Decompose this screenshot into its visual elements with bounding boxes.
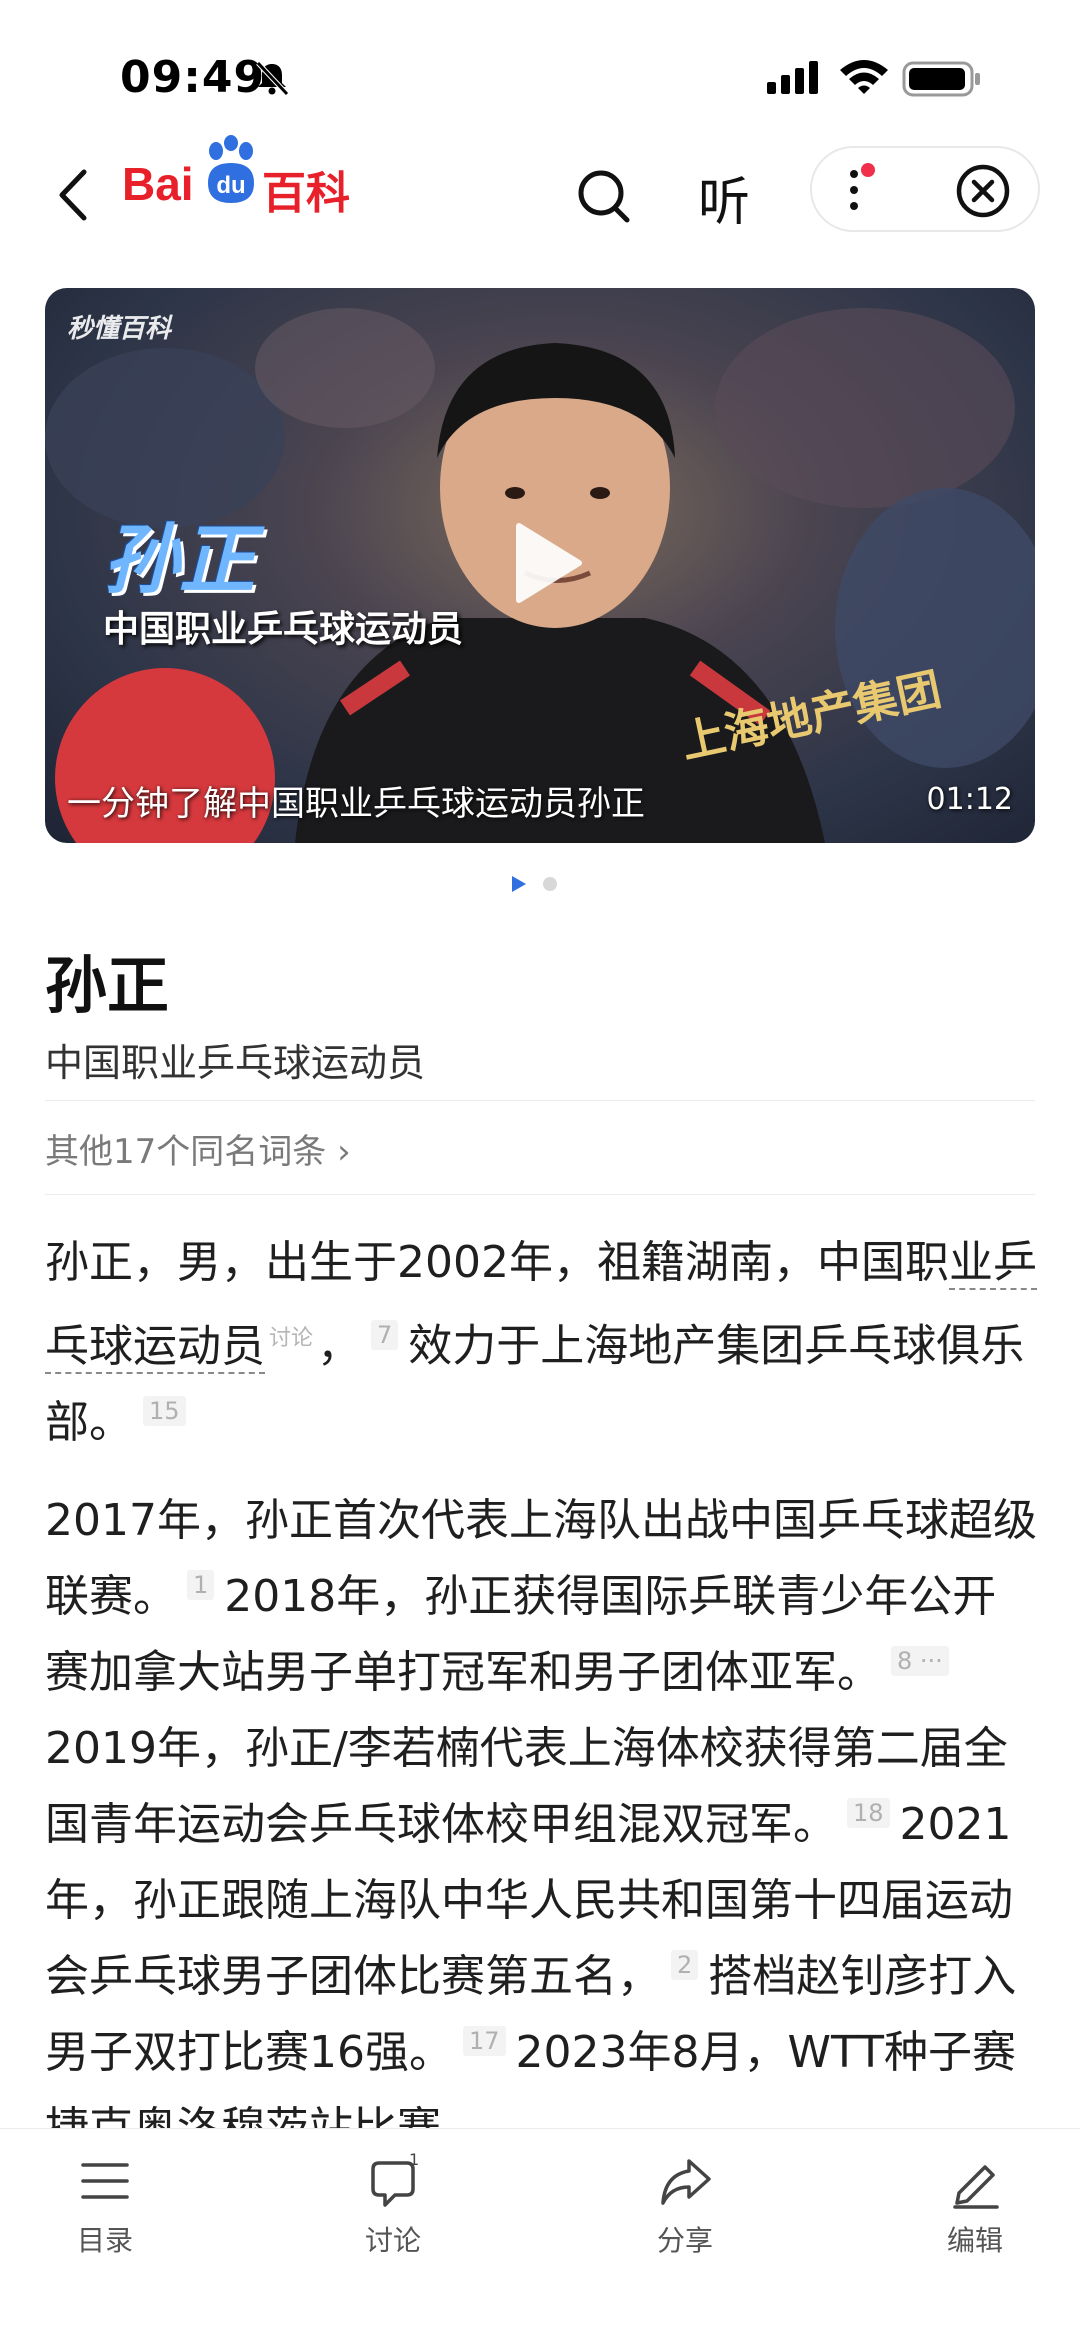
tab-label: 编辑 <box>946 2224 1003 2257</box>
tab-share[interactable]: 分享 <box>620 2153 750 2263</box>
video-player[interactable]: 上海地产集团 秒懂百科 孙正 中国职业乒乓球运动员 一分钟了解中国职业乒乓球运动… <box>45 288 1035 843</box>
divider <box>45 1194 1035 1195</box>
reference-marker[interactable]: 1 <box>187 1569 215 1600</box>
video-subtitle-overlay: 中国职业乒乓球运动员 <box>103 609 464 650</box>
reference-marker[interactable]: 7 <box>371 1319 399 1350</box>
paragraph: 孙正，男，出生于2002年，祖籍湖南，中国职业乒乓球运动员 讨论， 7 效力于上海地产… <box>45 1225 1040 1461</box>
list-icon <box>81 2163 129 2199</box>
text-run: 2019年，孙正/李若楠代表上海体校获得第二届全国青年运动会乒乓球体校甲组混双冠… <box>45 1722 1008 1850</box>
comment-badge: 1 <box>409 2153 419 2169</box>
tab-edit[interactable]: 编辑 <box>910 2153 1040 2263</box>
carousel-indicator <box>512 876 557 892</box>
baidu-baike-logo[interactable]: Bai du 百科 <box>122 135 352 219</box>
discussion-tag[interactable]: 讨论 <box>269 1326 313 1351</box>
back-arrow-icon[interactable] <box>48 160 98 230</box>
tab-discussion[interactable]: 1 讨论 <box>328 2153 458 2263</box>
chevron-right-icon: › <box>337 1132 351 1172</box>
reference-marker[interactable]: 2 <box>671 1949 699 1980</box>
bell-off-icon <box>256 61 289 96</box>
divider <box>45 1100 1035 1101</box>
tab-label: 讨论 <box>364 2224 421 2257</box>
video-watermark: 秒懂百科 <box>67 314 172 344</box>
more-options-icon[interactable] <box>842 160 882 220</box>
comment-icon: 1 <box>371 2153 419 2207</box>
close-icon[interactable] <box>954 162 1012 220</box>
wifi-icon <box>840 60 888 94</box>
paragraph: 2017年，孙正首次代表上海队出战中国乒乓球超级联赛。 1 2018年，孙正获得国际… <box>45 1483 1040 2167</box>
other-entries-label: 其他17个同名词条 <box>45 1132 327 1172</box>
reference-marker[interactable]: 18 <box>847 1797 890 1828</box>
text-run: 孙正，男，出生于2002年，祖籍湖南，中国职 <box>45 1237 949 1288</box>
share-icon <box>661 2159 711 2205</box>
logo-baike-text: 百科 <box>262 168 350 219</box>
reference-marker[interactable]: 8 ··· <box>891 1645 949 1676</box>
other-entries-link[interactable]: 其他17个同名词条 › <box>45 1124 351 1173</box>
battery-icon <box>902 61 980 97</box>
entry-subtitle: 中国职业乒乓球运动员 <box>45 1041 426 1085</box>
tab-contents[interactable]: 目录 <box>40 2153 170 2263</box>
listen-button[interactable]: 听 <box>698 160 750 235</box>
video-duration: 01:12 <box>926 782 1013 817</box>
status-time: 09:49 <box>120 52 266 103</box>
video-name-overlay: 孙正 <box>103 515 255 604</box>
signal-icon <box>767 61 818 94</box>
baidu-paw-icon: du <box>208 135 254 203</box>
tab-label: 目录 <box>76 2224 133 2257</box>
tab-label: 分享 <box>656 2224 713 2257</box>
logo-du-text: du <box>216 172 245 199</box>
play-icon[interactable] <box>507 518 587 608</box>
reference-marker[interactable]: 15 <box>143 1395 186 1426</box>
video-caption: 一分钟了解中国职业乒乓球运动员孙正 <box>67 784 645 824</box>
menu-capsule <box>810 146 1040 232</box>
article-body: 孙正，男，出生于2002年，祖籍湖南，中国职业乒乓球运动员 讨论， 7 效力于上海地产… <box>45 1225 1040 2189</box>
search-icon[interactable] <box>574 160 634 230</box>
entry-title: 孙正 <box>45 949 170 1022</box>
edit-icon <box>953 2165 999 2209</box>
reference-marker[interactable]: 17 <box>463 2025 506 2056</box>
bottom-toolbar: 目录 1 讨论 分享 编辑 <box>0 2128 1080 2347</box>
text-run: ， <box>317 1320 362 1372</box>
status-bar: 09:49 <box>0 0 1080 150</box>
logo-bai-text: Bai <box>122 158 194 210</box>
